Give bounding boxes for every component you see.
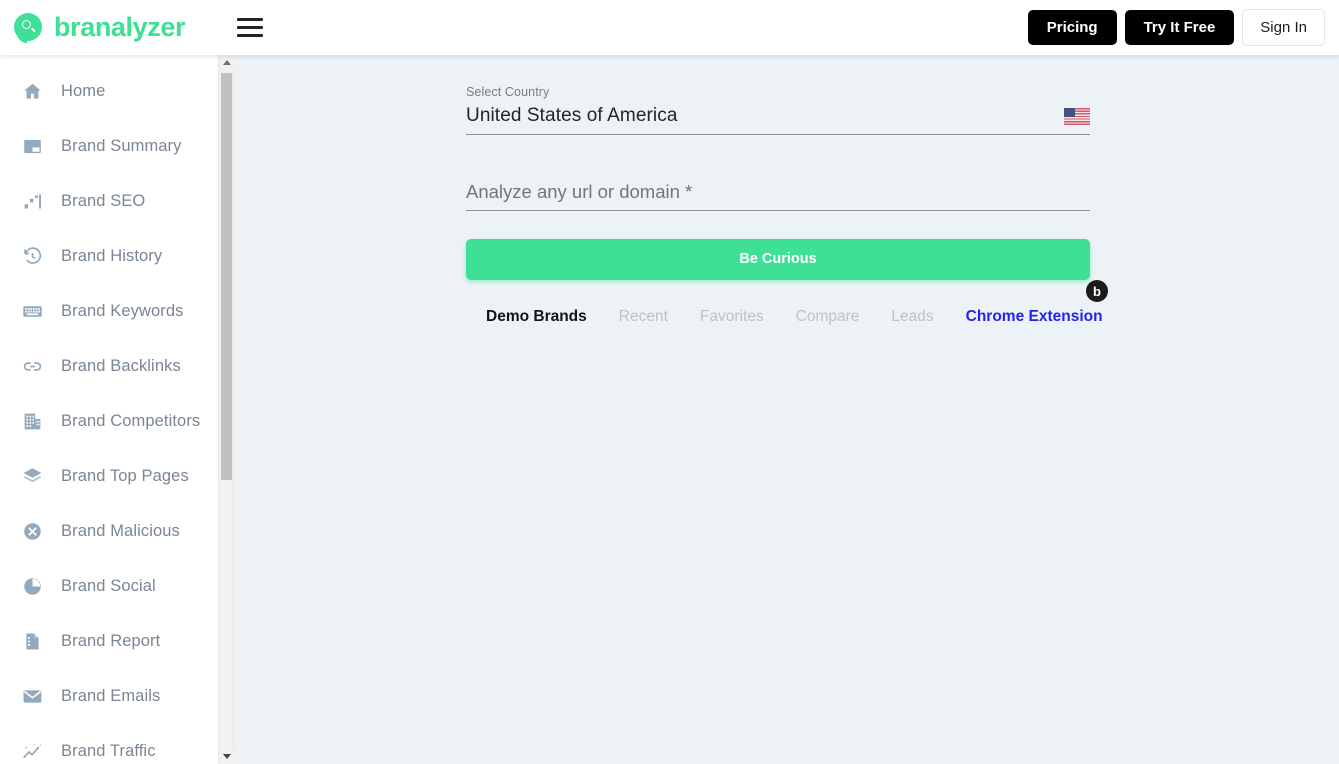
sidebar-item-brand-keywords[interactable]: Brand Keywords <box>0 291 218 331</box>
sidebar-divider <box>233 55 234 764</box>
sidebar-item-brand-history[interactable]: Brand History <box>0 236 218 276</box>
sidebar-item-label: Brand SEO <box>61 191 146 210</box>
url-field <box>466 179 1090 211</box>
layers-icon <box>21 465 43 487</box>
x-circle-icon <box>21 520 43 542</box>
sidebar-item-brand-summary[interactable]: Brand Summary <box>0 126 218 166</box>
country-select[interactable]: United States of America <box>466 105 1090 135</box>
main-content: Select Country United States of America … <box>234 55 1339 764</box>
tab-bar: Demo Brands Recent Favorites Compare Lea… <box>466 280 1108 326</box>
search-form: Select Country United States of America … <box>466 85 1108 326</box>
pricing-button[interactable]: Pricing <box>1027 10 1117 45</box>
envelope-icon <box>21 685 43 707</box>
keyboard-icon <box>21 300 43 322</box>
summary-panel-icon <box>21 135 43 157</box>
sidebar-nav-list: Home Brand Summary Brand SEO Brand Histo… <box>0 55 218 764</box>
sidebar-item-brand-malicious[interactable]: Brand Malicious <box>0 511 218 551</box>
app-root: branalyzer Pricing Try It Free Sign In H… <box>0 0 1339 764</box>
try-it-free-button[interactable]: Try It Free <box>1124 10 1235 45</box>
sidebar-item-label: Brand Traffic <box>61 741 156 760</box>
url-input[interactable] <box>466 179 1090 203</box>
sidebar-item-brand-top-pages[interactable]: Brand Top Pages <box>0 456 218 496</box>
header-actions: Pricing Try It Free Sign In <box>1027 0 1325 55</box>
sidebar-item-label: Brand Top Pages <box>61 466 189 485</box>
search-bubble-icon <box>14 12 44 43</box>
tab-demo-brands[interactable]: Demo Brands <box>486 308 587 326</box>
scrollbar-thumb[interactable] <box>221 73 232 480</box>
sidebar-item-label: Brand Report <box>61 631 161 650</box>
document-icon <box>21 630 43 652</box>
scroll-up-arrow[interactable] <box>219 55 234 70</box>
sidebar-item-brand-seo[interactable]: Brand SEO <box>0 181 218 221</box>
sidebar-item-brand-backlinks[interactable]: Brand Backlinks <box>0 346 218 386</box>
traffic-chart-icon <box>21 740 43 762</box>
sidebar-item-brand-emails[interactable]: Brand Emails <box>0 676 218 716</box>
tab-chrome-extension[interactable]: Chrome Extension <box>966 308 1103 326</box>
sign-in-button[interactable]: Sign In <box>1242 9 1325 46</box>
sidebar-item-label: Brand Competitors <box>61 411 201 430</box>
sidebar-item-label: Brand Social <box>61 576 156 595</box>
sidebar-item-home[interactable]: Home <box>0 71 218 111</box>
country-value: United States of America <box>466 105 678 126</box>
sidebar-item-label: Brand Backlinks <box>61 356 181 375</box>
tab-favorites[interactable]: Favorites <box>700 308 764 326</box>
seo-bars-icon <box>21 190 43 212</box>
tab-compare[interactable]: Compare <box>796 308 860 326</box>
sidebar-item-label: Brand Malicious <box>61 521 180 540</box>
sidebar-item-brand-competitors[interactable]: Brand Competitors <box>0 401 218 441</box>
sidebar-item-label: Brand History <box>61 246 163 265</box>
be-curious-button[interactable]: Be Curious <box>466 238 1090 281</box>
sidebar-item-brand-report[interactable]: Brand Report <box>0 621 218 661</box>
sidebar-item-label: Home <box>61 81 106 100</box>
pie-circle-icon <box>21 575 43 597</box>
tab-leads[interactable]: Leads <box>891 308 933 326</box>
us-flag-icon <box>1064 107 1090 126</box>
sidebar-item-brand-social[interactable]: Brand Social <box>0 566 218 606</box>
logo-text: branalyzer <box>54 12 186 42</box>
sidebar-scrollbar[interactable] <box>218 55 234 764</box>
hamburger-menu-icon[interactable] <box>237 17 264 39</box>
sidebar-item-label: Brand Keywords <box>61 301 184 320</box>
history-clock-icon <box>21 245 43 267</box>
logo[interactable]: branalyzer <box>14 0 185 55</box>
scroll-down-arrow[interactable] <box>219 749 234 764</box>
tab-recent[interactable]: Recent <box>619 308 668 326</box>
country-field: Select Country United States of America <box>466 85 1090 135</box>
home-icon <box>21 80 43 102</box>
sidebar: Home Brand Summary Brand SEO Brand Histo… <box>0 55 233 764</box>
building-icon <box>21 410 43 432</box>
sidebar-item-brand-traffic[interactable]: Brand Traffic <box>0 731 218 764</box>
link-icon <box>21 355 43 377</box>
branalyzer-badge-icon[interactable]: b <box>1086 280 1108 303</box>
sidebar-item-label: Brand Emails <box>61 686 161 705</box>
country-label: Select Country <box>466 85 550 99</box>
top-header: branalyzer Pricing Try It Free Sign In <box>0 0 1339 55</box>
sidebar-item-label: Brand Summary <box>61 136 182 155</box>
